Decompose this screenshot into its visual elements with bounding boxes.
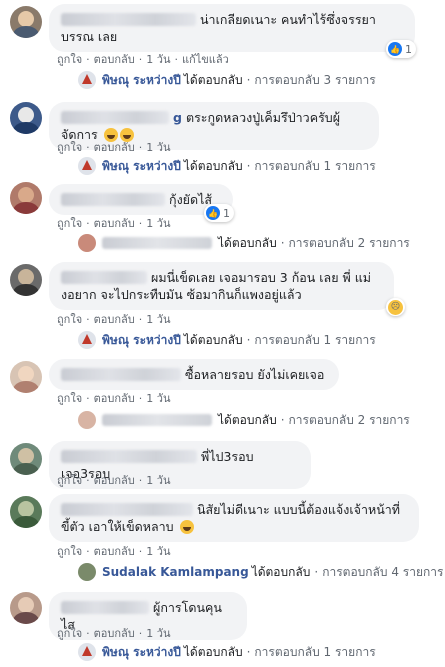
comment-actions: ถูกใจ · ตอบกลับ · 1 วัน xyxy=(57,627,171,640)
like-link[interactable]: ถูกใจ xyxy=(57,53,82,66)
commenter-name-blurred[interactable] xyxy=(61,271,147,284)
reply-avatar xyxy=(78,234,96,252)
timestamp[interactable]: 1 วัน xyxy=(146,141,170,154)
reaction-badge[interactable]: 👍 1 xyxy=(386,40,416,58)
comment-actions: ถูกใจ · ตอบกลับ · 1 วัน · แก้ไขแล้ว xyxy=(57,53,229,66)
like-icon: 👍 xyxy=(388,42,402,56)
like-link[interactable]: ถูกใจ xyxy=(57,545,82,558)
reply-author[interactable]: พิษณุ ระหว่างปี xyxy=(102,331,181,350)
avatar[interactable] xyxy=(10,6,42,38)
comment-bubble: ผมนี่เข็ดเลย เจอมารอบ 3 ก้อน เลย พี่ แม่… xyxy=(49,262,394,310)
commenter-name-blurred[interactable] xyxy=(61,13,196,26)
sad-reaction-icon: ☹ xyxy=(388,299,403,315)
like-link[interactable]: ถูกใจ xyxy=(57,141,82,154)
reply-avatar xyxy=(78,157,96,175)
reply-author[interactable]: พิษณุ ระหว่างปี xyxy=(102,157,181,176)
reply-author-blurred[interactable] xyxy=(102,237,212,249)
avatar[interactable] xyxy=(10,496,42,528)
reply-count[interactable]: การตอบกลับ 3 รายการ xyxy=(254,71,375,90)
comment-actions: ถูกใจ · ตอบกลับ · 1 วัน xyxy=(57,545,171,558)
reaction-count: 1 xyxy=(405,42,412,56)
replies-summary[interactable]: พิษณุ ระหว่างปี ได้ตอบกลับ · การตอบกลับ 1 ร… xyxy=(78,330,376,350)
reaction-badge[interactable]: 👍 1 xyxy=(204,204,234,222)
grinning-emoji-icon xyxy=(179,520,194,534)
replies-summary[interactable]: พิษณุ ระหว่างปี ได้ตอบกลับ · การตอบกลับ 1 ร… xyxy=(78,642,376,662)
edited-label[interactable]: แก้ไขแล้ว xyxy=(182,53,229,66)
reaction-badge[interactable]: ☹ xyxy=(386,298,405,316)
reply-avatar xyxy=(78,563,96,581)
like-link[interactable]: ถูกใจ xyxy=(57,627,82,640)
like-link[interactable]: ถูกใจ xyxy=(57,217,82,230)
comment-actions: ถูกใจ · ตอบกลับ · 1 วัน xyxy=(57,474,171,487)
reply-link[interactable]: ตอบกลับ xyxy=(94,627,135,640)
timestamp[interactable]: 1 วัน xyxy=(146,217,170,230)
reply-link[interactable]: ตอบกลับ xyxy=(94,545,135,558)
avatar[interactable] xyxy=(10,361,42,393)
reply-count[interactable]: การตอบกลับ 1 รายการ xyxy=(254,643,375,662)
reply-author-blurred[interactable] xyxy=(102,414,212,426)
commenter-name-blurred[interactable] xyxy=(61,193,165,206)
comment-actions: ถูกใจ · ตอบกลับ · 1 วัน xyxy=(57,141,171,154)
reply-author[interactable]: พิษณุ ระหว่างปี xyxy=(102,71,181,90)
reaction-count: 1 xyxy=(223,206,230,220)
commenter-name-blurred[interactable] xyxy=(61,450,197,463)
reply-count[interactable]: การตอบกลับ 1 รายการ xyxy=(254,331,375,350)
reply-author[interactable]: พิษณุ ระหว่างปี xyxy=(102,643,181,662)
avatar[interactable] xyxy=(10,182,42,214)
like-link[interactable]: ถูกใจ xyxy=(57,392,82,405)
reply-count[interactable]: การตอบกลับ 2 รายการ xyxy=(289,234,410,253)
comment-bubble: ซื้อหลายรอบ ยังไม่เคยเจอ xyxy=(49,359,339,390)
comment-actions: ถูกใจ · ตอบกลับ · 1 วัน xyxy=(57,217,171,230)
reply-link[interactable]: ตอบกลับ xyxy=(94,474,135,487)
reply-count[interactable]: การตอบกลับ 2 รายการ xyxy=(289,411,410,430)
timestamp[interactable]: 1 วัน xyxy=(146,53,170,66)
replies-summary[interactable]: Sudalak Kamlampang ได้ตอบกลับ · การตอบกลับ … xyxy=(78,562,443,582)
reply-author[interactable]: Sudalak Kamlampang xyxy=(102,565,249,579)
commenter-name-blurred[interactable] xyxy=(61,601,149,614)
comment-bubble: นิสัยไม่ดีเนาะ แบบนี้ต้องแจ้งเจ้าหน้าที่… xyxy=(49,494,419,542)
comment-bubble: น่าเกลียดเนาะ คนทำไร้ซึ่งจรรยาบรรณ เลย xyxy=(49,4,415,52)
reply-link[interactable]: ตอบกลับ xyxy=(94,141,135,154)
timestamp[interactable]: 1 วัน xyxy=(146,545,170,558)
avatar[interactable] xyxy=(10,443,42,475)
comment-text: ซื้อหลายรอบ ยังไม่เคยเจอ xyxy=(185,367,325,382)
timestamp[interactable]: 1 วัน xyxy=(146,474,170,487)
reply-link[interactable]: ตอบกลับ xyxy=(94,392,135,405)
timestamp[interactable]: 1 วัน xyxy=(146,313,170,326)
replies-summary[interactable]: พิษณุ ระหว่างปี ได้ตอบกลับ · การตอบกลับ 3 ร… xyxy=(78,70,376,90)
replies-summary[interactable]: ได้ตอบกลับ · การตอบกลับ 2 รายการ xyxy=(78,410,410,430)
replies-summary[interactable]: พิษณุ ระหว่างปี ได้ตอบกลับ · การตอบกลับ 1 ร… xyxy=(78,156,376,176)
timestamp[interactable]: 1 วัน xyxy=(146,627,170,640)
reply-avatar xyxy=(78,411,96,429)
commenter-name-blurred[interactable] xyxy=(61,111,169,124)
comment-actions: ถูกใจ · ตอบกลับ · 1 วัน xyxy=(57,392,171,405)
reply-count[interactable]: การตอบกลับ 4 รายการ xyxy=(322,563,443,582)
reply-link[interactable]: ตอบกลับ xyxy=(94,53,135,66)
like-icon: 👍 xyxy=(206,206,220,220)
avatar[interactable] xyxy=(10,592,42,624)
reply-avatar xyxy=(78,643,96,661)
avatar[interactable] xyxy=(10,102,42,134)
replies-summary[interactable]: ได้ตอบกลับ · การตอบกลับ 2 รายการ xyxy=(78,233,410,253)
comment-actions: ถูกใจ · ตอบกลับ · 1 วัน xyxy=(57,313,171,326)
reply-link[interactable]: ตอบกลับ xyxy=(94,217,135,230)
like-link[interactable]: ถูกใจ xyxy=(57,313,82,326)
avatar[interactable] xyxy=(10,264,42,296)
reply-avatar xyxy=(78,71,96,89)
commenter-name-blurred[interactable] xyxy=(61,368,181,381)
like-link[interactable]: ถูกใจ xyxy=(57,474,82,487)
reply-avatar xyxy=(78,331,96,349)
commenter-name-blurred[interactable] xyxy=(61,503,193,516)
comment-text: กุ้งยัดไส้ xyxy=(169,192,213,207)
timestamp[interactable]: 1 วัน xyxy=(146,392,170,405)
reply-link[interactable]: ตอบกลับ xyxy=(94,313,135,326)
reply-count[interactable]: การตอบกลับ 1 รายการ xyxy=(254,157,375,176)
